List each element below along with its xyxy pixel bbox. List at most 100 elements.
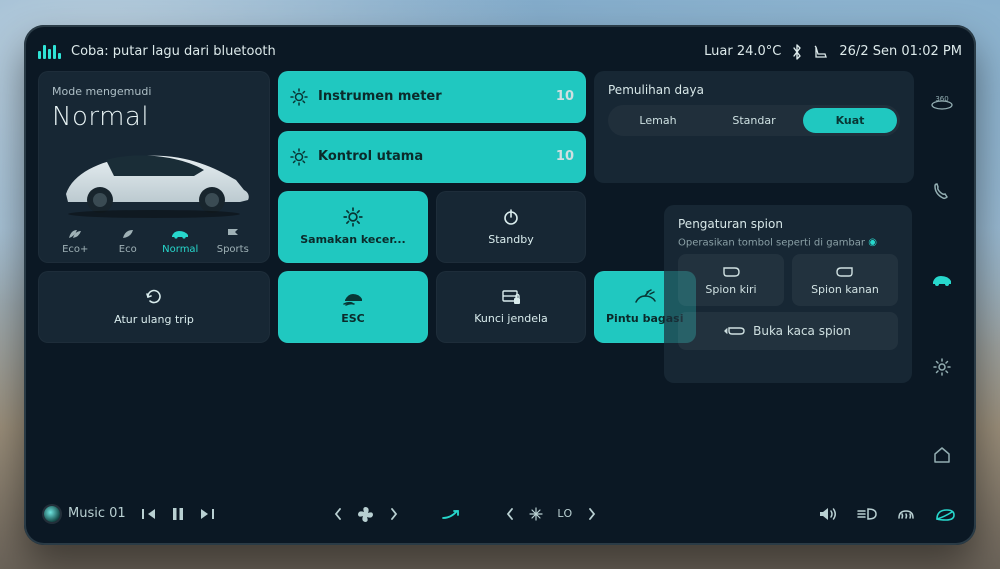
home-icon: [932, 445, 952, 465]
power-option-weak[interactable]: Lemah: [611, 108, 705, 133]
climate-controls: LO: [333, 505, 596, 523]
mirror-left-button[interactable]: Spion kiri: [678, 254, 784, 306]
tile-label: ESC: [341, 312, 365, 325]
airflow-icon[interactable]: [441, 507, 463, 521]
mirror-buttons-row: Spion kiri Spion kanan: [678, 254, 898, 306]
right-sidebar: 360: [922, 71, 962, 487]
voice-hint-text: Coba: putar lagu dari bluetooth: [71, 44, 276, 59]
leaf-icon: [121, 227, 135, 241]
bottom-bar: Music 01 LO: [38, 493, 962, 535]
tile-label: Instrumen meter: [318, 89, 442, 104]
fan-icon[interactable]: [357, 505, 375, 523]
media-info[interactable]: Music 01: [44, 506, 126, 522]
power-recovery-segmented: Lemah Standar Kuat: [608, 105, 900, 136]
chevron-left-icon[interactable]: [505, 507, 515, 521]
gear-icon: [932, 357, 952, 377]
mode-label: Sports: [217, 244, 249, 255]
drive-mode-selector: Eco+ Eco Normal Sports: [52, 227, 256, 255]
mirror-settings-panel: Pengaturan spion Operasikan tombol seper…: [664, 205, 912, 383]
bottom-right-controls: [818, 506, 956, 522]
power-recovery-panel: Pemulihan daya Lemah Standar Kuat: [594, 71, 914, 183]
tile-label: Standby: [488, 233, 533, 246]
mirror-unfold-icon: [725, 325, 747, 337]
drive-mode-card: Mode mengemudi Normal: [38, 71, 270, 263]
mode-ecoplus[interactable]: Eco+: [52, 227, 99, 255]
volume-icon[interactable]: [818, 506, 838, 522]
standby-tile[interactable]: Standby: [436, 191, 586, 263]
defrost-icon[interactable]: [896, 506, 916, 522]
prev-track-icon[interactable]: [140, 507, 156, 521]
360-icon: 360: [930, 93, 954, 113]
car-settings-icon: [931, 271, 953, 287]
drive-mode-value: Normal: [52, 102, 256, 132]
mode-eco[interactable]: Eco: [105, 227, 152, 255]
snowflake-icon: [529, 507, 543, 521]
tile-label: Kontrol utama: [318, 149, 423, 164]
sidebar-settings[interactable]: [926, 351, 958, 383]
sidebar-phone[interactable]: [926, 175, 958, 207]
power-icon: [501, 207, 521, 227]
mode-label: Normal: [162, 244, 198, 255]
car-illustration: [52, 136, 256, 219]
sun-icon: [290, 88, 308, 106]
chevron-right-icon[interactable]: [389, 507, 399, 521]
leaf-double-icon: [67, 227, 83, 241]
reset-icon: [144, 287, 164, 307]
sidebar-car-settings[interactable]: [926, 263, 958, 295]
seat-icon: [813, 45, 829, 59]
tile-label: Samakan kecer...: [300, 233, 405, 246]
button-label: Spion kiri: [705, 283, 756, 296]
chevron-left-icon[interactable]: [333, 507, 343, 521]
tile-label: Atur ulang trip: [114, 313, 194, 326]
reset-trip-tile[interactable]: Atur ulang trip: [38, 271, 270, 343]
mirror-right-button[interactable]: Spion kanan: [792, 254, 898, 306]
esc-tile[interactable]: ESC: [278, 271, 428, 343]
mirror-right-icon: [834, 265, 856, 279]
climate-temp: LO: [557, 507, 572, 520]
mirror-unfold-button[interactable]: Buka kaca spion: [678, 312, 898, 350]
bluetooth-icon: [791, 44, 803, 60]
window-lock-icon: [500, 288, 522, 306]
power-option-standard[interactable]: Standar: [707, 108, 801, 133]
date-time: 26/2 Sen 01:02 PM: [839, 44, 962, 59]
svg-text:360: 360: [935, 95, 948, 103]
mirror-left-icon: [720, 265, 742, 279]
pause-icon[interactable]: [172, 507, 184, 521]
main-control-brightness-tile[interactable]: Kontrol utama 10: [278, 131, 586, 183]
track-title: Music 01: [68, 506, 126, 521]
sync-speed-tile[interactable]: Samakan kecer...: [278, 191, 428, 263]
mode-label: Eco+: [62, 244, 88, 255]
chevron-right-icon[interactable]: [587, 507, 597, 521]
window-lock-tile[interactable]: Kunci jendela: [436, 271, 586, 343]
sidebar-360view[interactable]: 360: [926, 87, 958, 119]
mode-normal[interactable]: Normal: [157, 227, 204, 255]
headlight-icon[interactable]: [856, 507, 878, 521]
tile-value: 10: [556, 89, 574, 104]
voice-activity-icon: [38, 45, 61, 59]
car-icon: [171, 227, 189, 241]
trunk-open-icon: [633, 288, 657, 306]
power-option-strong[interactable]: Kuat: [803, 108, 897, 133]
top-status-bar: Coba: putar lagu dari bluetooth Luar 24.…: [38, 39, 962, 65]
button-label: Spion kanan: [811, 283, 879, 296]
sidebar-home[interactable]: [926, 439, 958, 471]
media-controls: [140, 507, 216, 521]
mode-sports[interactable]: Sports: [210, 227, 257, 255]
panel-title: Pemulihan daya: [608, 83, 900, 97]
joystick-hint-icon: ◉: [868, 237, 877, 248]
panel-title: Pengaturan spion: [678, 217, 898, 231]
phone-icon: [932, 181, 952, 201]
panel-subtitle: Operasikan tombol seperti di gambar ◉: [678, 237, 898, 249]
tile-value: 10: [556, 149, 574, 164]
eco-leaf-icon[interactable]: [934, 506, 956, 522]
next-track-icon[interactable]: [200, 507, 216, 521]
drive-mode-caption: Mode mengemudi: [52, 85, 256, 98]
tile-label: Kunci jendela: [474, 312, 548, 325]
instrument-brightness-tile[interactable]: Instrumen meter 10: [278, 71, 586, 123]
album-disc-icon: [44, 506, 60, 522]
sun-icon: [290, 148, 308, 166]
sun-icon: [343, 207, 363, 227]
flag-icon: [226, 227, 240, 241]
outside-temperature: Luar 24.0°C: [704, 44, 781, 59]
mode-label: Eco: [119, 244, 137, 255]
